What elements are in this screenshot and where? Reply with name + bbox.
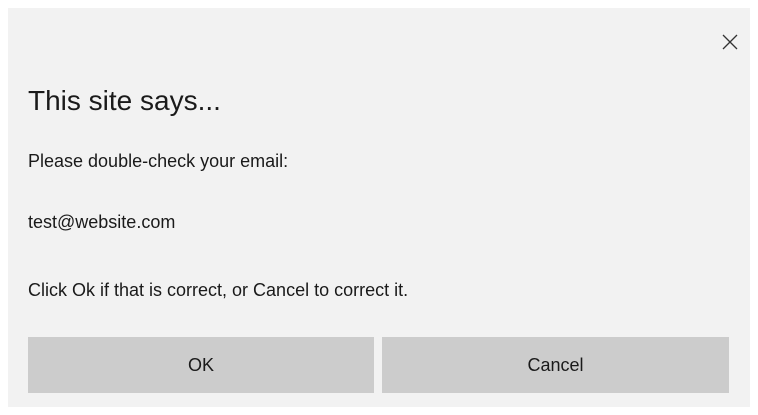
close-button[interactable] <box>714 26 746 58</box>
dialog-title: This site says... <box>28 85 221 116</box>
ok-button[interactable]: OK <box>28 337 374 393</box>
close-icon <box>722 34 738 50</box>
message-line-prompt: Please double-check your email: <box>28 151 289 171</box>
message-line-email: test@website.com <box>28 212 176 232</box>
cancel-button[interactable]: Cancel <box>382 337 729 393</box>
confirm-dialog: This site says... Please double-check yo… <box>8 8 750 407</box>
message-line-instructions: Click Ok if that is correct, or Cancel t… <box>28 280 409 300</box>
